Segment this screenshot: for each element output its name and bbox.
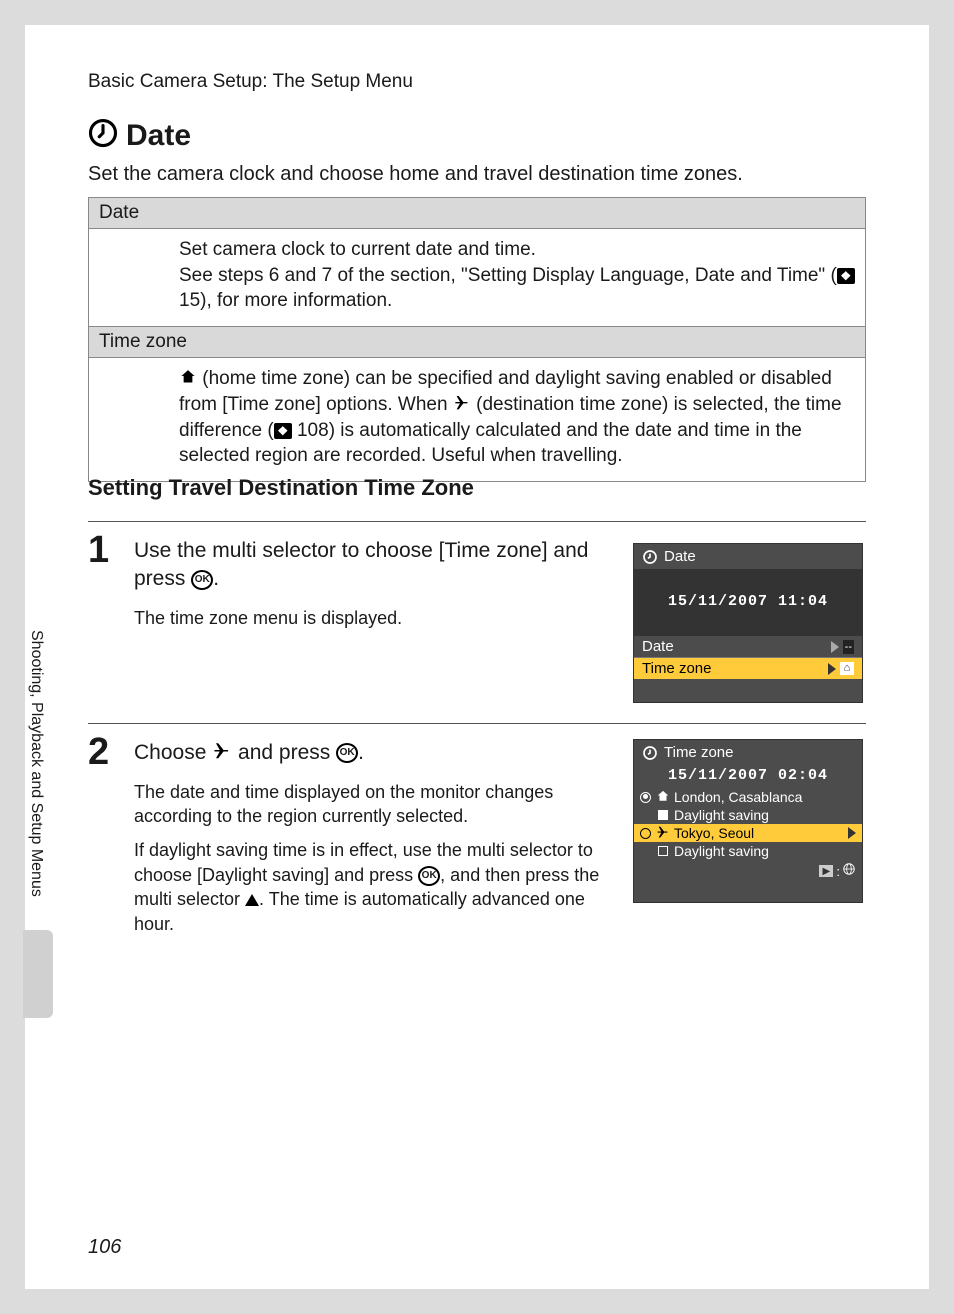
options-table: Date Set camera clock to current date an… xyxy=(88,197,866,482)
lcd-screen-timezone: Time zone 15/11/2007 02:04 London, Casab… xyxy=(633,739,863,903)
table-header-date: Date xyxy=(89,198,865,229)
globe-icon xyxy=(842,862,856,880)
play-icon: ▶ xyxy=(819,865,833,877)
lcd-option-timezone: Time zone ⌂ xyxy=(634,658,862,679)
radio-icon xyxy=(640,828,651,839)
intro-text: Set the camera clock and choose home and… xyxy=(88,163,743,186)
radio-icon xyxy=(640,792,651,803)
step-number: 2 xyxy=(88,731,109,774)
divider xyxy=(88,521,866,522)
table-cell-date: Set camera clock to current date and tim… xyxy=(89,229,865,327)
page-title: Date xyxy=(126,119,191,153)
home-icon xyxy=(179,366,197,392)
table-header-timezone: Time zone xyxy=(89,327,865,358)
side-tab: Shooting, Playback and Setup Menus xyxy=(25,610,53,1040)
side-tab-marker xyxy=(23,930,53,1018)
lcd-datetime: 15/11/2007 02:04 xyxy=(634,767,862,784)
table-cell-timezone: (home time zone) can be specified and da… xyxy=(89,358,865,481)
lcd-home-zone: London, Casablanca xyxy=(634,788,862,806)
lcd-title-text: Time zone xyxy=(664,744,733,761)
plane-icon xyxy=(453,392,471,418)
home-icon xyxy=(656,789,670,805)
ok-button-icon: OK xyxy=(336,743,358,763)
ok-button-icon: OK xyxy=(418,866,440,886)
page-ref-icon: ❖ xyxy=(274,423,292,439)
home-icon: ⌂ xyxy=(840,662,854,675)
checkbox-icon xyxy=(658,810,668,820)
step-number: 1 xyxy=(88,529,109,572)
side-tab-label: Shooting, Playback and Setup Menus xyxy=(25,610,45,897)
plane-icon xyxy=(656,825,670,841)
page-number: 106 xyxy=(88,1236,121,1259)
lcd-datetime: 15/11/2007 11:04 xyxy=(668,593,828,610)
lcd-footer: ▶ : xyxy=(634,860,862,884)
up-triangle-icon xyxy=(245,888,259,912)
lcd-home-dst: Daylight saving xyxy=(634,806,862,824)
clock-icon xyxy=(642,549,658,565)
chevron-right-icon xyxy=(848,827,856,839)
checkbox-icon xyxy=(658,846,668,856)
clock-icon xyxy=(88,118,118,153)
lcd-title-text: Date xyxy=(664,548,696,565)
page-ref-icon: ❖ xyxy=(837,268,855,284)
subheading: Setting Travel Destination Time Zone xyxy=(88,475,474,501)
plane-icon xyxy=(212,739,232,767)
lcd-dest-dst: Daylight saving xyxy=(634,842,862,860)
section-header: Basic Camera Setup: The Setup Menu xyxy=(88,71,413,93)
clock-icon xyxy=(642,745,658,761)
ok-button-icon: OK xyxy=(191,570,213,590)
lcd-screen-date: Date 15/11/2007 11:04 Date -- Time zone … xyxy=(633,543,863,703)
lcd-option-date: Date -- xyxy=(634,636,862,657)
divider xyxy=(88,723,866,724)
lcd-dest-zone: Tokyo, Seoul xyxy=(634,824,862,842)
